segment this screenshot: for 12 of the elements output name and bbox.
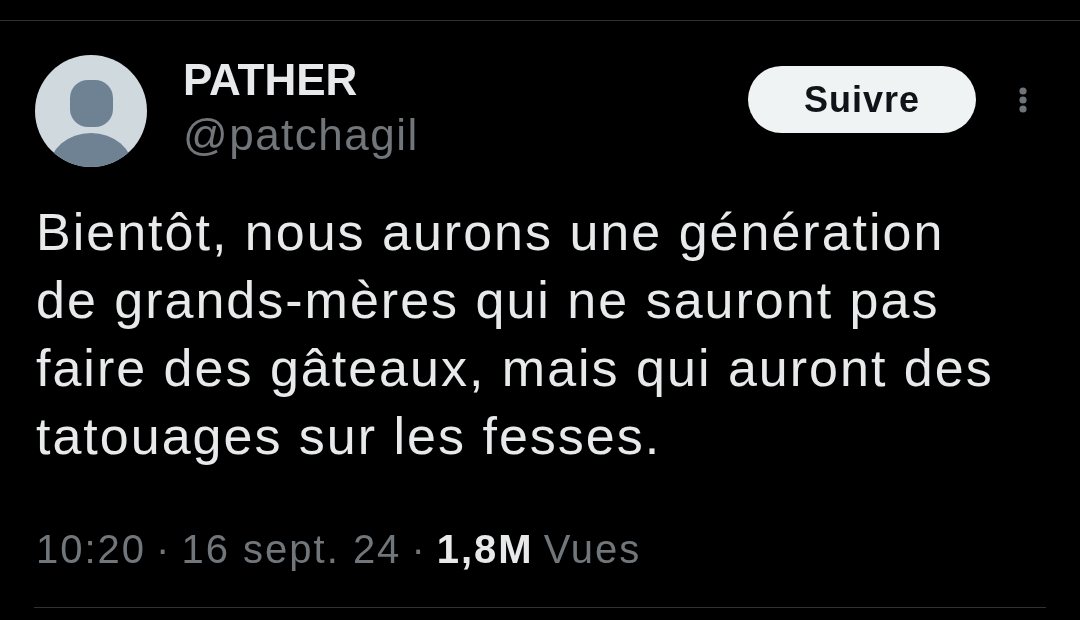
avatar-icon[interactable]	[35, 55, 147, 167]
follow-button[interactable]: Suivre	[748, 66, 976, 133]
author-name[interactable]: PATHER	[183, 56, 358, 104]
more-options-icon[interactable]	[1018, 87, 1028, 113]
separator-dot: ·	[156, 526, 172, 573]
separator-dot: ·	[411, 526, 427, 573]
tweet-date[interactable]: 16 sept. 24	[181, 525, 402, 573]
tweet-text: Bientôt, nous aurons une génération de grands-mères qui ne sauront pas faire des gâteaux, mais qui auront des tatouages sur les fesses.	[36, 202, 995, 467]
author-handle[interactable]: @patchagil	[183, 111, 419, 159]
tweet-time[interactable]: 10:20	[36, 525, 147, 573]
view-count: 1,8M	[436, 526, 534, 573]
views-label: Vues	[543, 526, 642, 573]
